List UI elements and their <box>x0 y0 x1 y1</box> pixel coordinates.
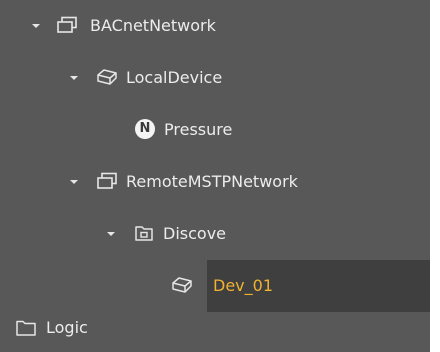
device-icon <box>171 274 193 296</box>
point-badge: N <box>135 119 155 139</box>
tree-item-remote-mstp-network[interactable]: RemoteMSTPNetwork <box>0 156 440 208</box>
tree-item-bacnet-network[interactable]: BACnetNetwork <box>0 0 440 52</box>
tree-item-local-device[interactable]: LocalDevice <box>0 52 440 104</box>
tree-item-label: LocalDevice <box>126 68 223 87</box>
chevron-down-icon[interactable] <box>29 19 43 33</box>
discover-folder-icon <box>133 222 155 244</box>
tree-item-discover[interactable]: Discove <box>0 208 440 260</box>
chevron-down-icon[interactable] <box>104 227 118 241</box>
panel-edge <box>430 0 440 352</box>
network-icon <box>56 14 78 36</box>
tree-item-logic[interactable]: Logic <box>0 304 440 352</box>
navigation-tree-panel: BACnetNetwork LocalDevice N Pressure Rem… <box>0 0 440 352</box>
folder-icon <box>15 317 37 339</box>
tree-item-label: BACnetNetwork <box>90 16 216 35</box>
network-icon <box>96 170 118 192</box>
tree-item-label: RemoteMSTPNetwork <box>126 172 298 191</box>
chevron-down-icon[interactable] <box>67 175 81 189</box>
tree-item-label: Pressure <box>164 120 233 139</box>
chevron-down-icon[interactable] <box>67 71 81 85</box>
tree-item-label: Discove <box>163 224 226 243</box>
point-n-icon: N <box>134 118 156 140</box>
tree-item-pressure[interactable]: N Pressure <box>0 104 440 156</box>
tree-item-label: Logic <box>46 318 88 337</box>
device-icon <box>96 66 118 88</box>
